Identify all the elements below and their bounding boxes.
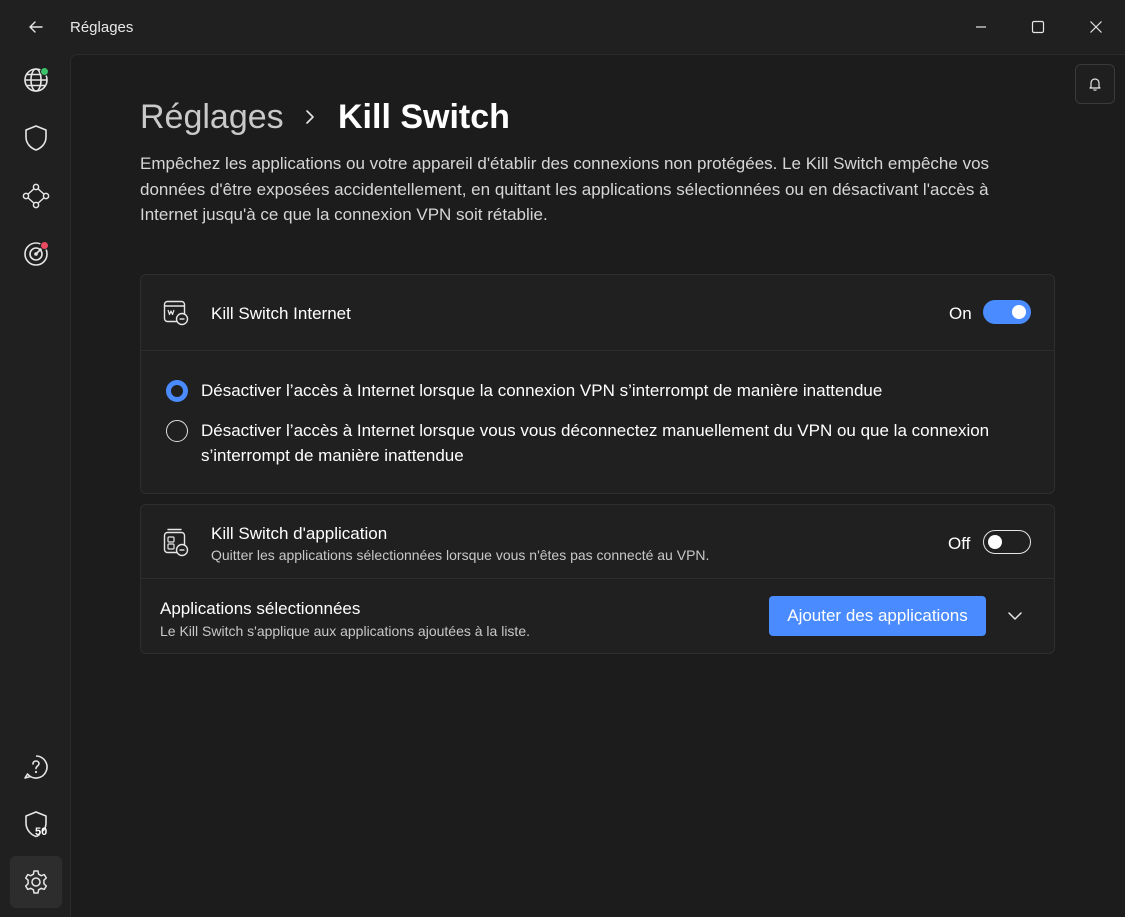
- minimize-icon: [976, 26, 986, 28]
- status-dot: [40, 67, 49, 76]
- close-button[interactable]: [1067, 0, 1125, 54]
- radio-option-unexpected-drop[interactable]: Désactiver l’accès à Internet lorsque la…: [166, 378, 1026, 404]
- score-badge: 50: [35, 826, 48, 838]
- chevron-down-icon: [1008, 612, 1022, 620]
- internet-kill-switch-title: Kill Switch Internet: [211, 304, 351, 323]
- window-title: Réglages: [70, 19, 134, 36]
- sidebar-item-protection-score[interactable]: [10, 799, 62, 851]
- shield-icon: [25, 125, 47, 151]
- page-description: Empêchez les applications ou votre appar…: [140, 154, 990, 224]
- close-icon: [1090, 21, 1102, 33]
- gear-icon: [24, 870, 48, 894]
- sidebar-item-home[interactable]: [10, 54, 62, 106]
- selected-apps-subtitle: Le Kill Switch s'applique aux applicatio…: [160, 623, 531, 639]
- sidebar-item-settings[interactable]: [10, 856, 62, 908]
- sidebar-item-threat-protection[interactable]: [10, 112, 62, 164]
- page-title: Kill Switch: [338, 98, 510, 136]
- toggle-knob: [988, 534, 1002, 549]
- back-button[interactable]: [20, 12, 52, 42]
- add-applications-button[interactable]: Ajouter des applications: [769, 596, 986, 636]
- radio-button[interactable]: [166, 380, 188, 402]
- app-kill-switch-toggle[interactable]: [983, 530, 1031, 554]
- bell-icon: [1089, 78, 1101, 91]
- sidebar-item-dark-web-monitor[interactable]: [10, 228, 62, 280]
- title-bar: Réglages: [0, 0, 1125, 54]
- internet-kill-switch-state: On: [949, 304, 972, 323]
- app-kill-switch-icon: [161, 527, 191, 557]
- toggle-knob: [1012, 305, 1026, 319]
- sidebar-item-meshnet[interactable]: [10, 170, 62, 222]
- chevron-right-icon: [302, 108, 318, 131]
- radio-label: Désactiver l’accès à Internet lorsque vo…: [201, 421, 990, 465]
- internet-kill-switch-toggle[interactable]: [983, 300, 1031, 324]
- sidebar-item-help[interactable]: [10, 741, 62, 793]
- card-divider: [141, 350, 1054, 351]
- internet-kill-switch-icon: [161, 298, 191, 328]
- selected-apps-title: Applications sélectionnées: [160, 599, 361, 618]
- arrow-left-icon: [29, 21, 43, 33]
- app-kill-switch-subtitle: Quitter les applications sélectionnées l…: [211, 547, 710, 563]
- minimize-button[interactable]: [952, 0, 1010, 54]
- meshnet-icon: [22, 183, 50, 209]
- card-divider: [141, 578, 1054, 579]
- radio-label: Désactiver l’accès à Internet lorsque la…: [201, 381, 883, 400]
- expand-button[interactable]: [999, 601, 1031, 631]
- app-kill-switch-state: Off: [948, 534, 971, 553]
- radio-button[interactable]: [166, 420, 188, 442]
- help-icon: [24, 755, 48, 779]
- notifications-button[interactable]: [1075, 64, 1115, 104]
- maximize-button[interactable]: [1009, 0, 1067, 54]
- app-kill-switch-title: Kill Switch d'application: [211, 524, 388, 543]
- maximize-icon: [1031, 20, 1045, 34]
- internet-kill-switch-card: Kill Switch Internet On Désactiver l’acc…: [140, 274, 1055, 494]
- app-kill-switch-card: Kill Switch d'application Quitter les ap…: [140, 504, 1055, 654]
- breadcrumb-parent[interactable]: Réglages: [140, 98, 284, 137]
- alert-dot: [40, 241, 49, 250]
- radio-option-manual-disconnect[interactable]: Désactiver l’accès à Internet lorsque vo…: [166, 418, 1026, 470]
